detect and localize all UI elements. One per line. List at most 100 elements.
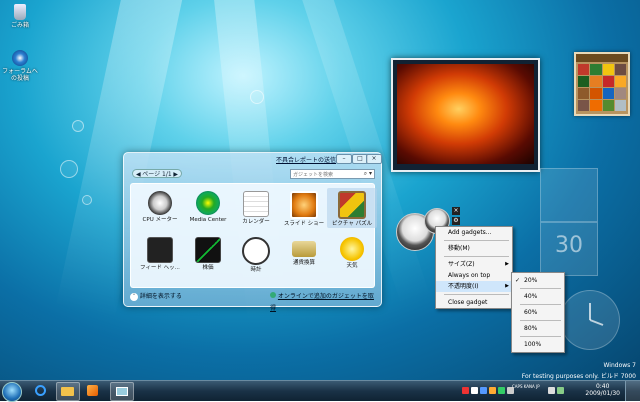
puzzle-grid (576, 62, 628, 113)
power-icon[interactable] (557, 387, 564, 394)
calendar-day: 30 (555, 233, 583, 258)
bubble (250, 90, 264, 104)
problem-report-link[interactable]: 不具合レポートの送信 (276, 155, 336, 164)
gear-icon[interactable]: ⚙ (452, 217, 460, 225)
menu-separator (444, 256, 509, 257)
opacity-submenu: ✓ 20% 40% 60% 80% 100% (511, 272, 565, 353)
taskbar-clock[interactable]: 0:40 2009/01/30 (585, 383, 620, 397)
clock-date: 2009/01/30 (585, 390, 620, 397)
taskbar-explorer-button[interactable] (56, 382, 80, 401)
taskbar-media-player-button[interactable] (82, 382, 104, 399)
menu-item-opacity[interactable]: 不透明度(I) ▶ (436, 281, 512, 292)
video-screen (397, 64, 534, 164)
start-button[interactable] (2, 382, 22, 402)
help-icon[interactable] (498, 387, 505, 394)
flag-icon[interactable] (462, 387, 469, 394)
show-desktop-button[interactable] (625, 381, 640, 401)
video-gadget[interactable] (391, 58, 540, 172)
media-center-icon (196, 191, 220, 215)
feed-headlines-icon (147, 237, 173, 263)
gadget-list: CPU メーター Media Center カレンダー スライド ショー ピクチ… (130, 183, 377, 288)
clock-time: 0:40 (595, 383, 610, 390)
gadget-search-box[interactable]: ⌕ ▾ (290, 169, 375, 179)
picture-puzzle-gadget[interactable] (574, 52, 630, 116)
watermark-build: For testing purposes only. ビルド 7000 (521, 373, 636, 380)
gadget-item-clock[interactable]: 時計 (231, 234, 281, 274)
gadget-search-input[interactable] (291, 171, 361, 179)
menu-separator (444, 240, 509, 241)
calendar-icon (243, 191, 269, 217)
gadget-item-label: 通貨換算 (292, 260, 315, 266)
gadget-item-picture-puzzle[interactable]: ピクチャ パズル (327, 188, 377, 228)
calendar-gadget[interactable]: 30 (540, 222, 598, 276)
bubble (72, 120, 84, 132)
weather-icon (340, 237, 364, 261)
gadget-item-media-center[interactable]: Media Center (183, 188, 233, 224)
menu-item-add-gadgets[interactable]: Add gadgets... (436, 227, 512, 238)
language-label: JP (536, 384, 540, 389)
cpu-meter-icon (148, 191, 172, 215)
tray-icons-right (548, 387, 564, 394)
menu-separator (520, 288, 561, 289)
gadget-item-currency[interactable]: 通貨換算 (279, 234, 329, 267)
faded-gadget[interactable] (540, 168, 598, 222)
page-label: ページ 1/1 (142, 171, 172, 178)
gadget-gallery-window[interactable]: 不具合レポートの送信 – □ × ◀ ページ 1/1 ▶ ⌕ ▾ CPU メータ… (123, 152, 382, 312)
tool-icon[interactable] (489, 387, 496, 394)
menu-item-move[interactable]: 移動(M) (436, 243, 512, 254)
bubble (60, 160, 78, 178)
media-player-icon (87, 385, 98, 396)
slideshow-icon (290, 191, 318, 219)
gallery-footer: ˅ 詳細を表示する オンラインで追加のガジェットを取得 (130, 291, 375, 312)
gadget-item-weather[interactable]: 天気 (327, 234, 377, 270)
gadget-item-calendar[interactable]: カレンダー (231, 188, 281, 226)
gadget-item-label: 天気 (346, 263, 358, 269)
taskbar-ie-button[interactable] (30, 382, 52, 399)
get-more-gadgets-link[interactable]: オンラインで追加のガジェットを取得 (270, 291, 375, 315)
speaker-icon[interactable] (548, 387, 555, 394)
ime-icon[interactable] (471, 387, 478, 394)
menu-separator (444, 294, 509, 295)
taskbar-gadget-button[interactable] (110, 382, 134, 401)
ime-status[interactable]: CAPS KANA JP (512, 384, 540, 389)
recycle-bin-shortcut[interactable]: ごみ箱 (0, 4, 40, 29)
gadget-item-feed-headlines[interactable]: フィード ヘッ... (135, 234, 185, 272)
opacity-option-20[interactable]: ✓ 20% (512, 275, 564, 286)
recycle-bin-icon (14, 4, 26, 20)
opacity-option-80[interactable]: 80% (512, 323, 564, 334)
opacity-option-40[interactable]: 40% (512, 291, 564, 302)
page-navigator: ◀ ページ 1/1 ▶ (132, 169, 182, 178)
gadget-item-cpu-meter[interactable]: CPU メーター (135, 188, 185, 224)
ime-status-text: CAPS KANA (512, 384, 535, 389)
gadget-item-stocks[interactable]: 株価 (183, 234, 233, 272)
next-page-icon[interactable]: ▶ (173, 170, 178, 178)
menu-item-close-gadget[interactable]: Close gadget (436, 297, 512, 308)
gadget-window-icon (116, 387, 128, 396)
gadget-context-menu: Add gadgets... 移動(M) サイズ(Z) ▶ Always on t… (435, 226, 513, 309)
gadget-item-label: CPU メーター (142, 217, 178, 223)
opacity-option-100[interactable]: 100% (512, 339, 564, 350)
get-more-gadgets-label: オンラインで追加のガジェットを取得 (270, 293, 374, 312)
show-details-toggle[interactable]: ˅ 詳細を表示する (130, 293, 182, 301)
stocks-icon (195, 237, 221, 263)
search-icon[interactable]: ⌕ ▾ (364, 170, 372, 178)
desktop: ごみ箱 フォーラムへの投稿 30 不具合レポートの送信 – □ × ◀ ページ … (0, 0, 640, 380)
menu-item-size[interactable]: サイズ(Z) ▶ (436, 259, 512, 270)
watermark-windows: Windows 7 (603, 362, 636, 369)
minimize-icon[interactable]: – (336, 154, 352, 164)
gadget-item-slideshow[interactable]: スライド ショー (279, 188, 329, 228)
opacity-option-60[interactable]: 60% (512, 307, 564, 318)
clock-gadget[interactable] (560, 290, 620, 350)
menu-item-always-on-top[interactable]: Always on top (436, 270, 512, 281)
submenu-arrow-icon: ▶ (505, 283, 509, 289)
close-icon[interactable]: × (366, 154, 382, 164)
ime-mode-icon[interactable] (480, 387, 487, 394)
gadget-item-label: ピクチャ パズル (331, 221, 373, 227)
prev-page-icon[interactable]: ◀ (136, 170, 141, 178)
desktop-icon-label: ごみ箱 (10, 22, 29, 29)
show-details-label: 詳細を表示する (139, 293, 182, 300)
gadget-item-label: 株価 (202, 265, 214, 271)
menu-separator (520, 336, 561, 337)
close-icon[interactable]: × (452, 207, 460, 215)
forum-post-shortcut[interactable]: フォーラムへの投稿 (0, 50, 40, 82)
